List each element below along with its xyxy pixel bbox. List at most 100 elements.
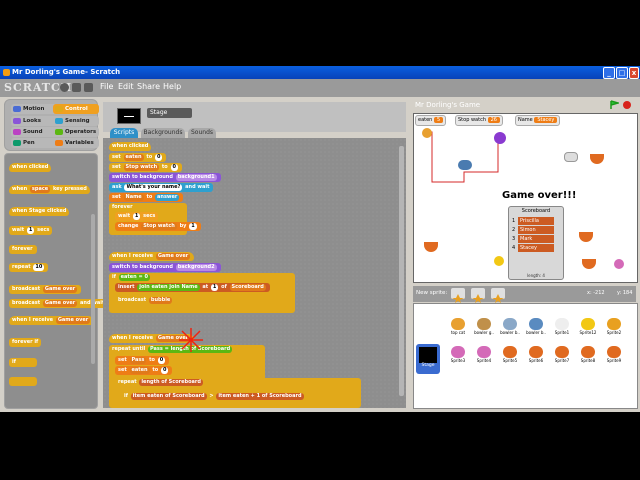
yellow-bird-sprite[interactable] bbox=[494, 256, 504, 266]
title-bar: Mr Dorling's Game- Scratch _ □ x bbox=[0, 66, 640, 79]
pink-cat-sprite[interactable] bbox=[614, 259, 624, 269]
list-item[interactable]: 1 Priscilla bbox=[512, 217, 560, 226]
paint-sprite-button[interactable] bbox=[451, 288, 465, 303]
palette-when-i-receive[interactable]: when I receive Game over bbox=[9, 316, 95, 325]
menu-share[interactable]: Share bbox=[137, 82, 160, 91]
sprite-tile[interactable]: bowler b.. bbox=[498, 316, 522, 340]
script1-set-name[interactable]: set Name to answer bbox=[109, 193, 184, 202]
palette-if[interactable]: if bbox=[9, 358, 37, 367]
category-pen[interactable]: Pen bbox=[11, 138, 57, 148]
block-palette: when clicked when space key pressed when… bbox=[4, 153, 108, 409]
maximize-button[interactable]: □ bbox=[616, 67, 628, 79]
script1-ask[interactable]: ask What's your name? and wait bbox=[109, 183, 213, 192]
sprite-label: bowler b.. bbox=[500, 330, 520, 335]
palette-repeat[interactable]: repeat 10 bbox=[9, 263, 49, 272]
stage-thumbnail[interactable]: Stage bbox=[416, 344, 440, 374]
sprite-tile[interactable]: top cat bbox=[446, 316, 470, 340]
sprite-tile[interactable]: Sprite6 bbox=[524, 344, 548, 368]
sprite-icon bbox=[477, 346, 491, 358]
category-sensing[interactable]: Sensing bbox=[53, 116, 99, 126]
script2-if[interactable]: if eaten = 0 bbox=[109, 273, 295, 313]
category-operators[interactable]: Operators bbox=[53, 127, 99, 137]
sprite-icon bbox=[529, 346, 543, 358]
sprite-label: Sprite2 bbox=[606, 330, 622, 335]
sprite-label: Sprite4 bbox=[476, 358, 492, 363]
menu-help[interactable]: Help bbox=[163, 82, 181, 91]
sprite-icon bbox=[503, 346, 517, 358]
close-button[interactable]: x bbox=[629, 67, 639, 79]
category-sound[interactable]: Sound bbox=[11, 127, 57, 137]
list-item[interactable]: 3 Mark bbox=[512, 235, 560, 244]
palette-when-key-pressed[interactable]: when space key pressed bbox=[9, 185, 90, 194]
sprite-label: Sprite9 bbox=[606, 358, 622, 363]
palette-scrollbar[interactable] bbox=[91, 214, 95, 364]
choose-sprite-button[interactable] bbox=[471, 288, 485, 303]
sprite-name-field[interactable]: Stage bbox=[147, 108, 192, 118]
script1-when-flag[interactable]: when clicked bbox=[109, 142, 152, 151]
sprite-tile[interactable]: Sprite7 bbox=[550, 344, 574, 368]
script2-switch-background[interactable]: switch to background background2 bbox=[109, 263, 221, 272]
script1-set-stopwatch[interactable]: set Stop watch to 0 bbox=[109, 163, 182, 172]
save-icon[interactable] bbox=[72, 83, 81, 92]
script2-broadcast[interactable]: broadcast bubble bbox=[115, 296, 177, 305]
palette-when-stage-clicked[interactable]: when Stage clicked bbox=[9, 207, 70, 216]
tab-scripts[interactable]: Scripts bbox=[110, 128, 138, 138]
menu-file[interactable]: File bbox=[100, 82, 113, 91]
scripts-scrollbar[interactable] bbox=[399, 146, 404, 396]
script2-insert[interactable]: insert join eaten join Name at 1 of Scor… bbox=[115, 283, 270, 292]
scoreboard-list[interactable]: Scoreboard 1 Priscilla 2 Simon 3 Mark 4 Stac… bbox=[508, 206, 564, 280]
sprite-label: top cat bbox=[450, 330, 466, 335]
sprite-icon bbox=[581, 318, 595, 330]
sprite-tile[interactable]: Sprite12 bbox=[576, 316, 600, 340]
script1-switch-background[interactable]: switch to background background1 bbox=[109, 173, 221, 182]
category-control[interactable]: Control bbox=[53, 104, 99, 114]
sprite-tile[interactable]: Sprite9 bbox=[602, 344, 626, 368]
palette-forever[interactable]: forever bbox=[9, 245, 37, 254]
script1-set-eaten[interactable]: set eaten to 0 bbox=[109, 153, 167, 162]
palette-forever-if[interactable]: forever if bbox=[9, 338, 42, 347]
cat-sprite[interactable] bbox=[422, 128, 432, 138]
window-title: Mr Dorling's Game- Scratch bbox=[12, 68, 121, 76]
list-item[interactable]: 2 Simon bbox=[512, 226, 560, 235]
sprite-tile[interactable]: Sprite8 bbox=[576, 344, 600, 368]
sprite-tile[interactable]: bowler g.. bbox=[472, 316, 496, 340]
bird-sprite[interactable] bbox=[458, 160, 472, 170]
palette-if-else[interactable] bbox=[9, 377, 37, 386]
random-sprite-button[interactable] bbox=[491, 288, 505, 303]
sprite-library: Stage top cat bowler g.. bowler b.. bowler … bbox=[413, 303, 638, 409]
globe-icon[interactable] bbox=[60, 83, 69, 92]
minimize-button[interactable]: _ bbox=[603, 67, 615, 79]
script3-set-eaten[interactable]: set eaten to 0 bbox=[115, 366, 173, 375]
script3-set-pass[interactable]: set Pass to 0 bbox=[115, 356, 170, 365]
sprite-tile[interactable]: bowler b.. bbox=[524, 316, 548, 340]
list-item[interactable]: 4 Stacey bbox=[512, 244, 560, 253]
script1-change-stopwatch[interactable]: change Stop watch by 1 bbox=[115, 222, 201, 231]
sprite-tile[interactable]: Sprite2 bbox=[602, 316, 626, 340]
share-icon[interactable] bbox=[84, 83, 93, 92]
category-variables[interactable]: Variables bbox=[53, 138, 99, 148]
sprite-tile[interactable]: Sprite4 bbox=[472, 344, 496, 368]
palette-when-flag-clicked[interactable]: when clicked bbox=[9, 163, 52, 172]
sprite-tile[interactable]: Sprite1 bbox=[550, 316, 574, 340]
tab-sounds[interactable]: Sounds bbox=[188, 128, 216, 138]
palette-wait[interactable]: wait 1 secs bbox=[9, 226, 53, 235]
category-looks[interactable]: Looks bbox=[11, 116, 57, 126]
stage[interactable]: eaten 5 Stop watch 26 Name Stacey Game o… bbox=[413, 113, 638, 283]
white-fish-sprite[interactable] bbox=[564, 152, 578, 162]
tab-backgrounds[interactable]: Backgrounds bbox=[141, 128, 185, 138]
stop-sign-icon[interactable] bbox=[622, 100, 632, 110]
script1-wait[interactable]: wait 1 secs bbox=[115, 212, 159, 221]
script3-if-compare[interactable]: if item eaten of Scoreboard > item eaten… bbox=[121, 392, 308, 401]
purple-character-sprite[interactable] bbox=[494, 132, 506, 144]
menu-edit[interactable]: Edit bbox=[118, 82, 134, 91]
green-flag-icon[interactable] bbox=[609, 100, 619, 110]
project-title: Mr Dorling's Game bbox=[415, 101, 481, 109]
category-motion[interactable]: Motion bbox=[11, 104, 57, 114]
script2-when-receive[interactable]: when I receive Game over bbox=[109, 252, 195, 261]
sprite-icon bbox=[607, 318, 621, 330]
scripts-area[interactable]: when clicked set eaten to 0 set Stop wat… bbox=[103, 138, 406, 408]
sprite-tile[interactable]: Sprite5 bbox=[498, 344, 522, 368]
palette-broadcast[interactable]: broadcast Game over bbox=[9, 285, 82, 294]
sprite-label: Sprite3 bbox=[450, 358, 466, 363]
sprite-tile[interactable]: Sprite3 bbox=[446, 344, 470, 368]
